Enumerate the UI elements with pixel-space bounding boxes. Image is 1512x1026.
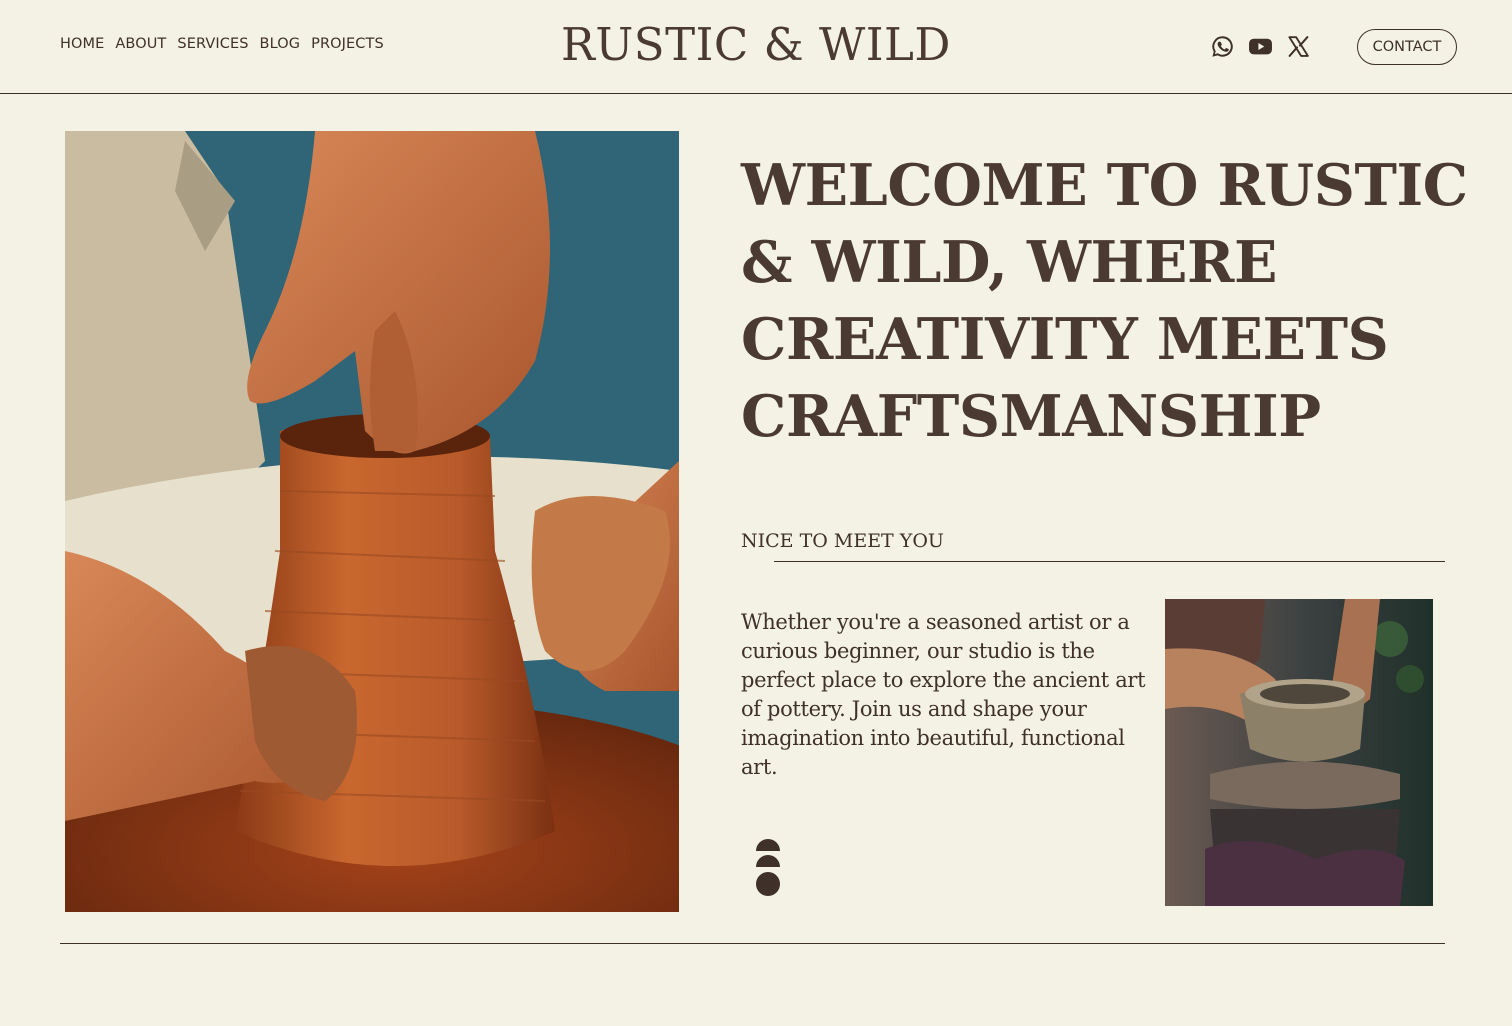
hero-headline: WELCOME TO RUSTIC & WILD, WHERE CREATIVI…: [741, 152, 1468, 450]
section-divider: [774, 561, 1445, 563]
nav-services[interactable]: SERVICES: [177, 36, 248, 52]
section-label: NICE TO MEET YOU: [741, 530, 944, 552]
intro-paragraph: Whether you're a seasoned artist or a cu…: [741, 610, 1146, 779]
whatsapp-icon[interactable]: [1210, 34, 1235, 59]
x-icon[interactable]: [1286, 34, 1311, 59]
pebble-stack-icon: [756, 839, 780, 896]
contact-button[interactable]: CONTACT: [1357, 29, 1457, 65]
potter-at-wheel-image: [1165, 599, 1433, 906]
site-header: HOME ABOUT SERVICES BLOG PROJECTS RUSTIC…: [0, 0, 1512, 94]
footer-divider: [60, 943, 1445, 945]
social-links: [1210, 34, 1311, 59]
nav-home[interactable]: HOME: [60, 36, 104, 52]
main-nav: HOME ABOUT SERVICES BLOG PROJECTS: [60, 36, 384, 52]
nav-blog[interactable]: BLOG: [260, 36, 301, 52]
hero-pottery-image: [65, 131, 679, 912]
nav-about[interactable]: ABOUT: [115, 36, 166, 52]
youtube-icon[interactable]: [1248, 34, 1273, 59]
nav-projects[interactable]: PROJECTS: [311, 36, 384, 52]
